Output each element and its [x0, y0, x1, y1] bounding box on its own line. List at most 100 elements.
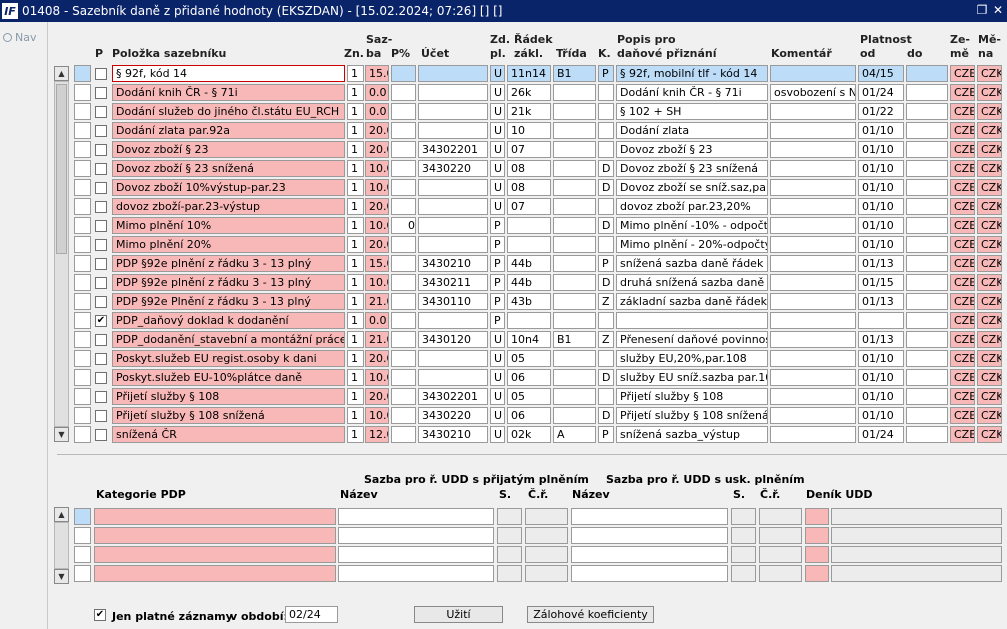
field-zn[interactable]: 1 [347, 217, 364, 234]
field-kategorie-pdp[interactable] [94, 565, 336, 582]
field-nazev-usk[interactable] [571, 527, 728, 544]
field-trida[interactable] [553, 274, 596, 291]
field-k[interactable] [598, 312, 614, 329]
field-sazba[interactable]: 0.0 [365, 103, 389, 120]
field-trida[interactable]: B1 [553, 65, 596, 82]
field-sazba[interactable]: 20.0 [365, 198, 389, 215]
field-radek[interactable]: 07 [507, 141, 551, 158]
field-ucet[interactable]: 3430220 [418, 160, 488, 177]
field-komentar[interactable] [770, 388, 856, 405]
field-zn[interactable]: 1 [347, 331, 364, 348]
field-popis[interactable]: Dovoz zboží se sníž.saz,par.2 [616, 179, 768, 196]
field-radek[interactable]: 10n4 [507, 331, 551, 348]
row-indicator[interactable] [74, 565, 91, 582]
field-mena[interactable]: CZK [977, 84, 1002, 101]
field-pct[interactable] [391, 122, 416, 139]
field-radek[interactable]: 10 [507, 122, 551, 139]
field-sazba[interactable]: 20.0 [365, 350, 389, 367]
field-do[interactable] [906, 217, 948, 234]
field-polozka[interactable]: PDP §92e plnění z řádku 3 - 13 plný [112, 274, 345, 291]
field-cr-prijaty[interactable] [525, 508, 568, 525]
row-indicator[interactable] [74, 65, 91, 82]
field-zn[interactable]: 1 [347, 84, 364, 101]
field-od[interactable]: 01/10 [858, 141, 904, 158]
field-zn[interactable]: 1 [347, 179, 364, 196]
field-k[interactable] [598, 84, 614, 101]
scroll-up-button[interactable]: ▲ [54, 66, 69, 81]
field-sazba[interactable]: 12.0 [365, 426, 389, 443]
field-k[interactable] [598, 141, 614, 158]
field-komentar[interactable] [770, 293, 856, 310]
field-komentar[interactable] [770, 407, 856, 424]
field-trida[interactable] [553, 236, 596, 253]
field-denik-detail[interactable] [831, 508, 1002, 525]
field-od[interactable]: 01/13 [858, 255, 904, 272]
field-ucet[interactable] [418, 350, 488, 367]
field-cr-prijaty[interactable] [525, 546, 568, 563]
field-radek[interactable] [507, 236, 551, 253]
field-od[interactable]: 01/10 [858, 160, 904, 177]
field-denik-udd[interactable] [805, 546, 829, 563]
field-sazba[interactable]: 10.0 [365, 274, 389, 291]
field-mena[interactable]: CZK [977, 217, 1002, 234]
field-polozka[interactable]: dovoz zboží-par.23-výstup [112, 198, 345, 215]
field-s-usk[interactable] [731, 508, 756, 525]
field-zdan-plneni[interactable]: U [490, 141, 505, 158]
field-zeme[interactable]: CZE [950, 141, 975, 158]
field-do[interactable] [906, 274, 948, 291]
field-popis[interactable] [616, 312, 768, 329]
field-nazev-prijaty[interactable] [338, 546, 494, 563]
field-trida[interactable] [553, 388, 596, 405]
field-zn[interactable]: 1 [347, 426, 364, 443]
field-polozka[interactable]: Poskyt.služeb EU-10%plátce daně [112, 369, 345, 386]
field-trida[interactable] [553, 84, 596, 101]
field-popis[interactable]: služby EU sníž.sazba par.108 [616, 369, 768, 386]
row-p-checkbox[interactable] [95, 125, 107, 137]
row-indicator[interactable] [74, 369, 91, 386]
field-do[interactable] [906, 255, 948, 272]
field-mena[interactable]: CZK [977, 160, 1002, 177]
field-k[interactable]: P [598, 65, 614, 82]
field-do[interactable] [906, 369, 948, 386]
field-trida[interactable] [553, 122, 596, 139]
field-od[interactable]: 01/10 [858, 236, 904, 253]
field-zeme[interactable]: CZE [950, 198, 975, 215]
row-indicator[interactable] [74, 350, 91, 367]
row-indicator[interactable] [74, 141, 91, 158]
jen-platne-checkbox[interactable]: ✔ [94, 609, 106, 621]
field-ucet[interactable]: 34302201 [418, 141, 488, 158]
field-k[interactable]: D [598, 217, 614, 234]
field-komentar[interactable] [770, 217, 856, 234]
field-ucet[interactable] [418, 65, 488, 82]
field-ucet[interactable]: 3430210 [418, 426, 488, 443]
field-ucet[interactable] [418, 369, 488, 386]
field-sazba[interactable]: 20.0 [365, 388, 389, 405]
row-indicator[interactable] [74, 179, 91, 196]
field-zeme[interactable]: CZE [950, 388, 975, 405]
field-trida[interactable] [553, 255, 596, 272]
row-indicator[interactable] [74, 508, 91, 525]
field-nazev-prijaty[interactable] [338, 527, 494, 544]
field-zdan-plneni[interactable]: U [490, 122, 505, 139]
field-od[interactable]: 01/13 [858, 293, 904, 310]
row-indicator[interactable] [74, 388, 91, 405]
field-k[interactable]: D [598, 369, 614, 386]
field-mena[interactable]: CZK [977, 312, 1002, 329]
field-od[interactable]: 04/15 [858, 65, 904, 82]
field-radek[interactable]: 05 [507, 388, 551, 405]
field-pct[interactable] [391, 65, 416, 82]
row-p-checkbox[interactable] [95, 410, 107, 422]
field-cr-prijaty[interactable] [525, 565, 568, 582]
field-ucet[interactable]: 3430220 [418, 407, 488, 424]
field-mena[interactable]: CZK [977, 388, 1002, 405]
field-polozka[interactable]: PDP_daňový doklad k dodanění [112, 312, 345, 329]
field-mena[interactable]: CZK [977, 65, 1002, 82]
field-do[interactable] [906, 312, 948, 329]
field-popis[interactable]: druhá snížená sazba daně řád [616, 274, 768, 291]
field-radek[interactable]: 08 [507, 179, 551, 196]
field-k[interactable]: Z [598, 331, 614, 348]
field-mena[interactable]: CZK [977, 103, 1002, 120]
field-k[interactable]: D [598, 160, 614, 177]
close-icon[interactable]: ✕ [991, 3, 1005, 17]
field-trida[interactable] [553, 312, 596, 329]
